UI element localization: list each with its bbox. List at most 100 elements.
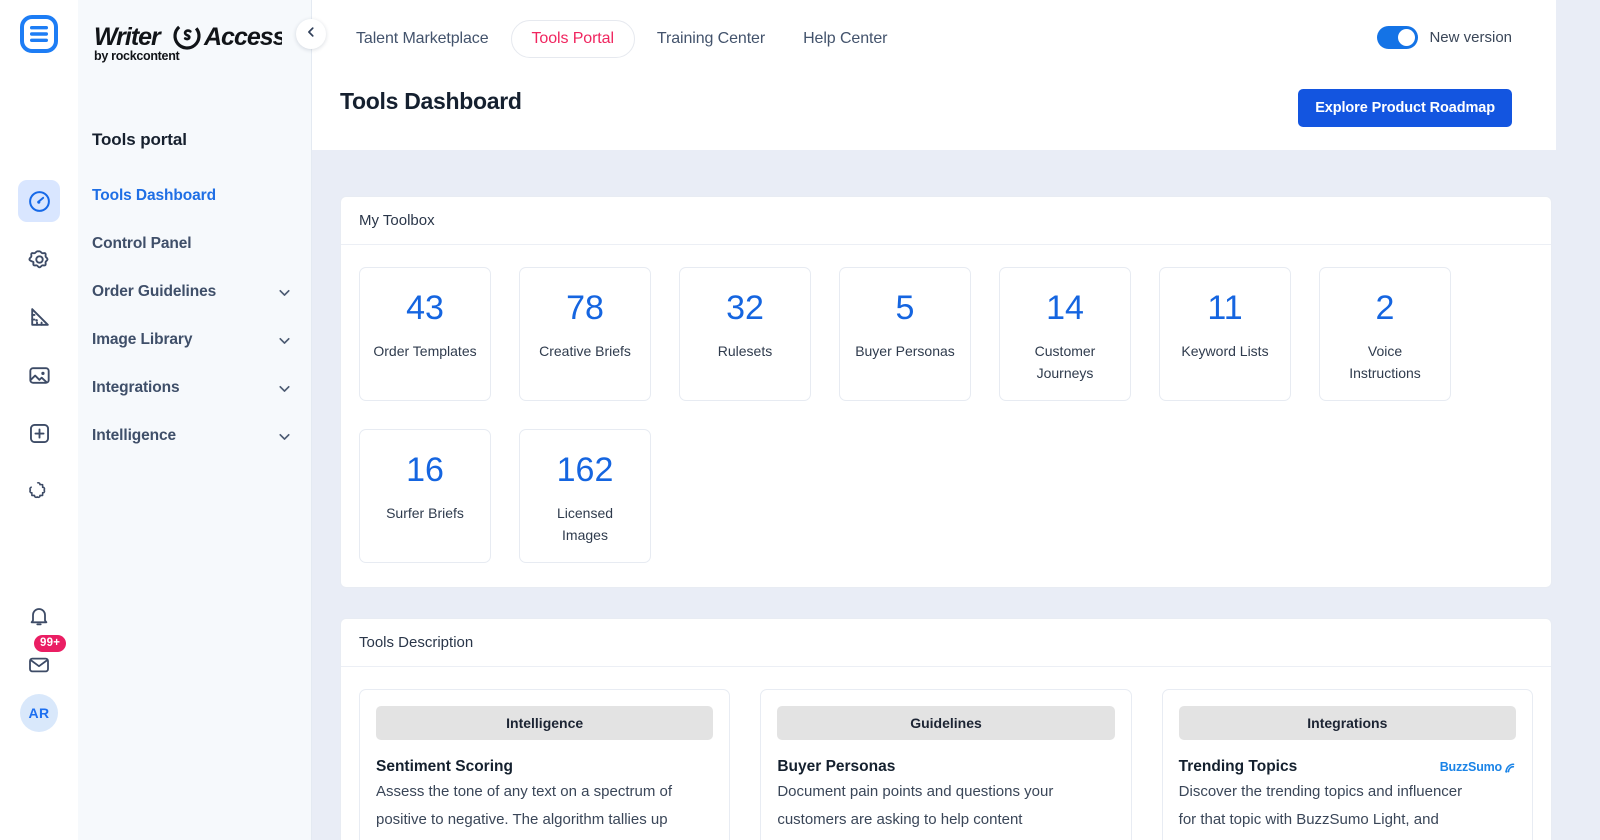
tile-label: Rulesets [717,343,773,360]
new-version-toggle-group[interactable]: New version [1377,26,1512,49]
buzzsumo-waves-icon [1505,762,1515,773]
tile-count: 11 [1207,289,1243,327]
mail-unread-badge: 99+ [34,635,67,652]
app-root: 99+ AR Writer Access by rockcontent Tool… [0,0,1600,840]
tab-talent-marketplace[interactable]: Talent Marketplace [340,20,505,58]
menu-squared-icon[interactable] [17,12,61,56]
tile-count: 16 [406,451,444,489]
chevron-down-icon [276,284,293,301]
tile-label: Buyer Personas [855,343,955,360]
tab-tools-portal[interactable]: Tools Portal [510,20,635,58]
explore-product-roadmap-button[interactable]: Explore Product Roadmap [1298,89,1512,127]
toolbox-tile-order-templates[interactable]: 43 Order Templates [359,267,491,401]
ruler-guidelines-icon[interactable] [18,296,60,338]
chevron-down-icon [276,332,293,349]
tile-count: 43 [406,289,444,327]
sidebar-nav: Tools Dashboard Control Panel Order Guid… [92,172,311,460]
dashboard-gauge-icon[interactable] [18,180,60,222]
sidebar-item-integrations[interactable]: Integrations [92,364,311,412]
description-text: Discover the trending topics and influen… [1178,783,1470,840]
sidebar-item-intelligence[interactable]: Intelligence [92,412,311,460]
icon-rail: 99+ AR [0,0,78,840]
sidebar-collapse-button[interactable] [296,19,326,49]
settings-gear-icon[interactable] [18,238,60,280]
sidebar-item-label: Intelligence [92,427,177,444]
sidebar-item-control-panel[interactable]: Control Panel [92,220,311,268]
description-title: Sentiment Scoring [376,758,513,775]
sidebar-item-label: Integrations [92,379,180,396]
description-card-integrations[interactable]: Integrations Trending Topics BuzzSumo Di… [1161,689,1533,840]
plus-square-integrations-icon[interactable] [18,412,60,454]
svg-text:Access: Access [203,23,282,51]
my-toolbox-panel: My Toolbox 43 Order Templates 78 Creativ… [340,196,1552,588]
sidebar: Writer Access by rockcontent Tools porta… [78,0,326,840]
tile-count: 14 [1046,289,1084,327]
toolbox-tile-rulesets[interactable]: 32 Rulesets [679,267,811,401]
buzzsumo-logo: BuzzSumo [1440,760,1516,774]
category-chip: Intelligence [376,706,714,740]
puzzle-intelligence-icon[interactable] [18,470,60,512]
tile-count: 2 [1375,289,1395,327]
tile-label: Keyword Lists [1181,343,1269,360]
toolbox-tile-voice-instructions[interactable]: 2 Voice Instructions [1319,267,1451,401]
toolbox-tile-grid: 43 Order Templates 78 Creative Briefs 32… [359,267,1533,563]
tile-count: 162 [556,451,614,489]
tab-help-center[interactable]: Help Center [787,20,903,58]
rail-icon-list [18,180,60,512]
buzzsumo-wordmark: BuzzSumo [1439,760,1502,774]
sidebar-item-image-library[interactable]: Image Library [92,316,311,364]
toolbox-tile-creative-briefs[interactable]: 78 Creative Briefs [519,267,651,401]
new-version-label: New version [1429,29,1512,46]
description-title: Trending Topics [1178,758,1298,775]
toolbox-tile-surfer-briefs[interactable]: 16 Surfer Briefs [359,429,491,563]
description-text: Assess the tone of any text on a spectru… [376,783,673,840]
description-card-guidelines[interactable]: Guidelines Buyer Personas Document pain … [760,689,1132,840]
description-text: Document pain points and questions your … [777,783,1066,840]
sidebar-item-label: Order Guidelines [92,283,217,300]
category-chip: Guidelines [777,706,1115,740]
tools-description-panel: Tools Description Intelligence Sentiment… [340,618,1552,840]
image-library-icon[interactable] [18,354,60,396]
sidebar-item-label: Tools Dashboard [92,187,216,204]
my-toolbox-title: My Toolbox [341,197,1551,245]
tile-count: 5 [895,289,915,327]
description-title: Buyer Personas [777,758,896,775]
top-tabs: Talent Marketplace Tools Portal Training… [340,0,1512,58]
sidebar-item-order-guidelines[interactable]: Order Guidelines [92,268,311,316]
main-area: Talent Marketplace Tools Portal Training… [312,0,1600,840]
page-title: Tools Dashboard [340,88,522,114]
tile-count: 32 [726,289,764,327]
sidebar-item-tools-dashboard[interactable]: Tools Dashboard [92,172,311,220]
tile-label: Creative Briefs [539,343,631,360]
tile-count: 78 [566,289,604,327]
brand-logo[interactable]: Writer Access by rockcontent [92,0,311,90]
svg-text:by rockcontent: by rockcontent [94,49,181,63]
tile-label: Customer Journeys [1034,343,1096,382]
top-bar: Talent Marketplace Tools Portal Training… [312,0,1556,150]
new-version-toggle[interactable] [1377,26,1419,49]
tab-training-center[interactable]: Training Center [641,20,781,58]
tile-label: Licensed Images [556,505,614,544]
sidebar-section-title: Tools portal [92,130,187,149]
category-chip: Integrations [1178,706,1516,740]
chevron-left-icon [304,25,318,44]
chevron-down-icon [276,380,293,397]
toolbox-tile-keyword-lists[interactable]: 11 Keyword Lists [1159,267,1291,401]
content-scroll-area: My Toolbox 43 Order Templates 78 Creativ… [312,150,1600,840]
mail-with-badge[interactable]: 99+ [20,635,67,684]
tile-label: Voice Instructions [1349,343,1421,382]
mail-icon[interactable] [20,646,58,684]
tile-label: Order Templates [373,343,477,360]
tile-label: Surfer Briefs [386,505,464,522]
description-card-intelligence[interactable]: Intelligence Sentiment Scoring Assess th… [359,689,731,840]
tools-description-grid: Intelligence Sentiment Scoring Assess th… [359,689,1533,840]
avatar[interactable]: AR [20,694,58,732]
sidebar-item-label: Image Library [92,331,193,348]
toolbox-tile-licensed-images[interactable]: 162 Licensed Images [519,429,651,563]
sidebar-item-label: Control Panel [92,235,192,252]
toolbox-tile-customer-journeys[interactable]: 14 Customer Journeys [999,267,1131,401]
toggle-knob [1398,29,1416,46]
svg-text:Writer: Writer [94,23,162,51]
toolbox-tile-buyer-personas[interactable]: 5 Buyer Personas [839,267,971,401]
bell-icon[interactable] [20,598,58,636]
